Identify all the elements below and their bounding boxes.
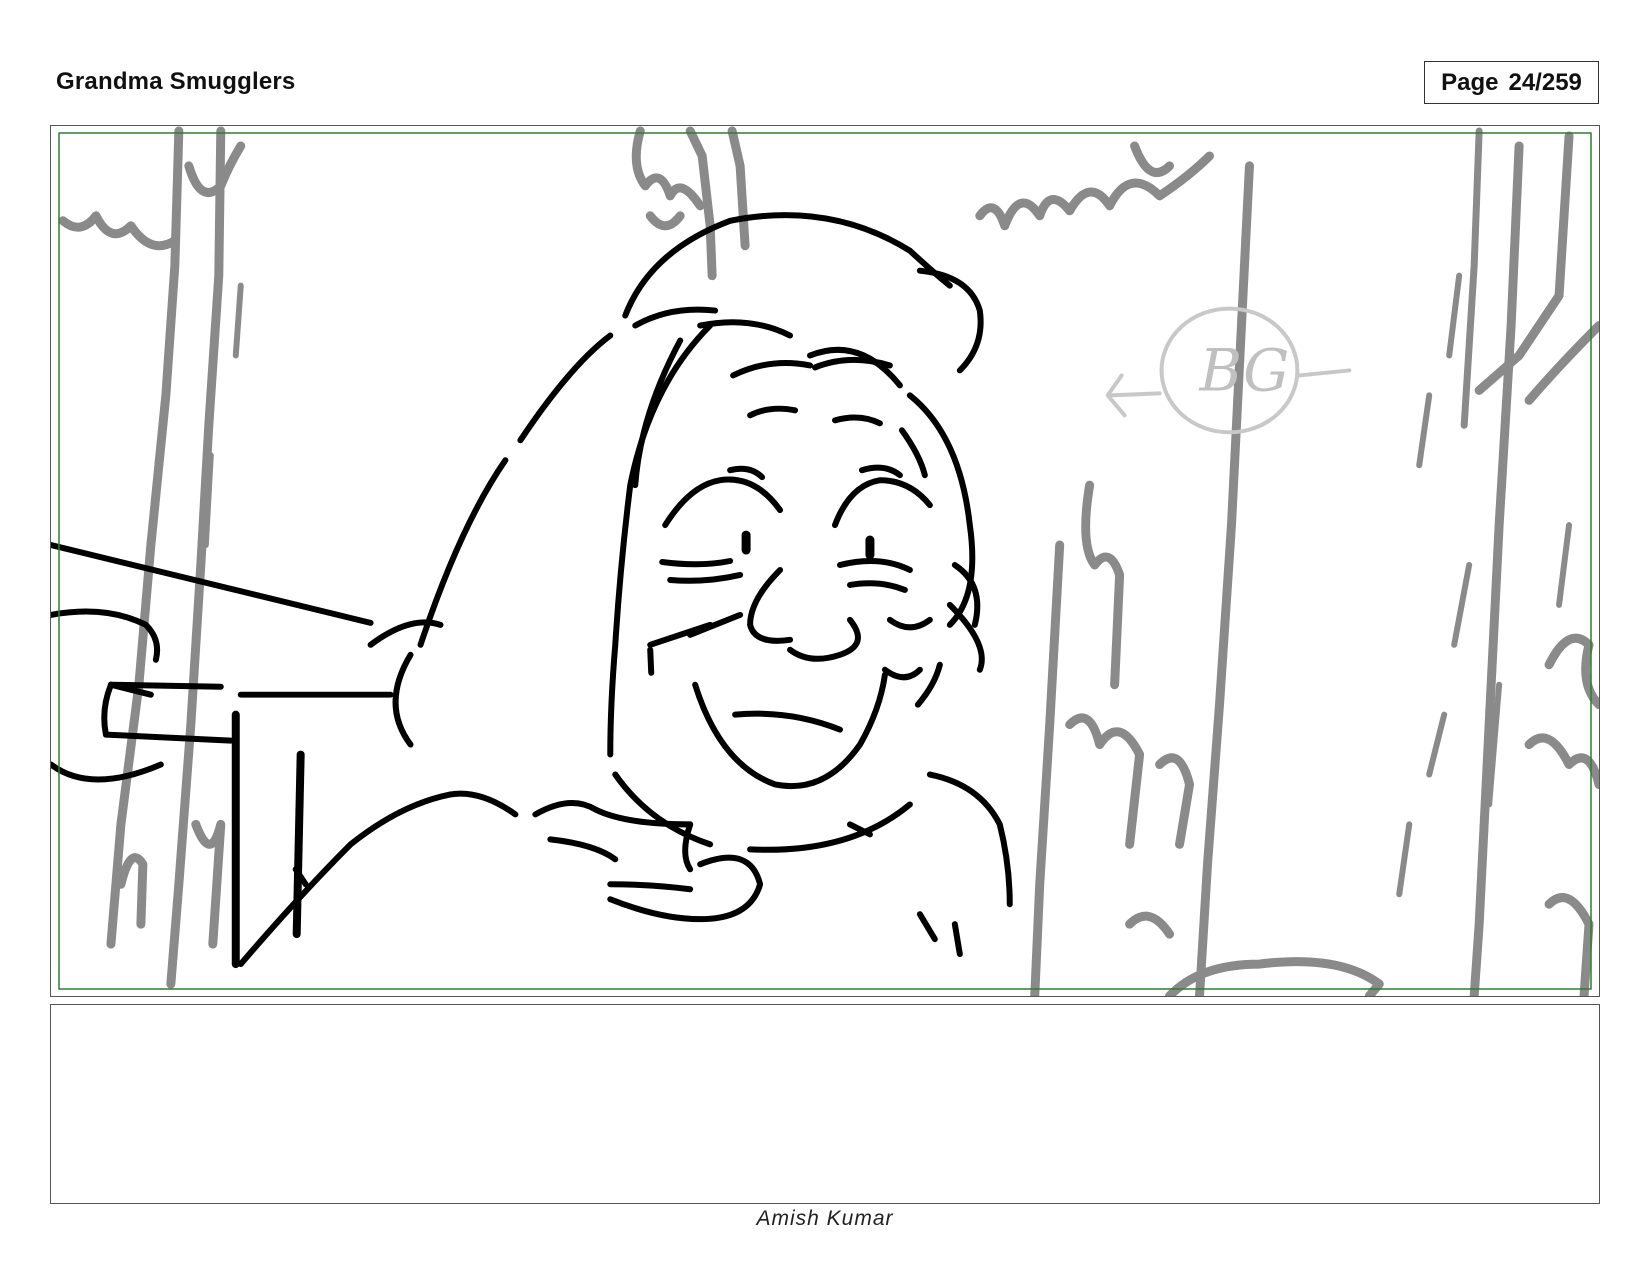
page-indicator: Page 24/259 (1424, 61, 1599, 104)
panel-drawing: BG (51, 126, 1599, 996)
safe-area-guide (58, 132, 1592, 990)
watermark-logo: BG (1105, 306, 1352, 435)
background-trees (58, 126, 1599, 996)
watermark-text: BG (1199, 336, 1290, 404)
page-number: 24/259 (1508, 68, 1582, 96)
page-label: Page (1441, 68, 1499, 96)
storyboard-panel: BG (50, 125, 1600, 997)
project-title: Grandma Smugglers (56, 68, 296, 95)
author-credit: Amish Kumar (756, 1207, 894, 1230)
panel-notes-box[interactable] (50, 1004, 1600, 1204)
